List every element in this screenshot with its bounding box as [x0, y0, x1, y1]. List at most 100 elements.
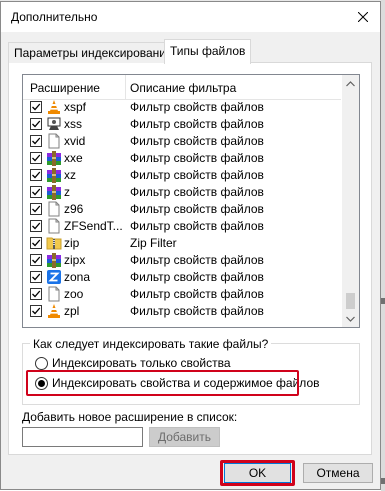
filter-description-text: Фильтр свойств файлов: [130, 151, 264, 165]
row-checkbox[interactable]: [30, 305, 42, 317]
extension-text: xss: [64, 117, 82, 131]
checkmark-icon: [32, 273, 41, 281]
checkmark-icon: [32, 307, 41, 315]
add-extension-label: Добавить новое расширение в список:: [22, 410, 238, 424]
list-item[interactable]: z96 Фильтр свойств файлов: [23, 201, 341, 218]
screensaver-icon: [46, 116, 62, 132]
filter-description-text: Фильтр свойств файлов: [130, 270, 264, 284]
list-item[interactable]: ZFSendT... Фильтр свойств файлов: [23, 218, 341, 235]
checkmark-icon: [32, 103, 41, 111]
list-item[interactable]: xz Фильтр свойств файлов: [23, 167, 341, 184]
blank-file-icon: [46, 218, 62, 234]
row-checkbox[interactable]: [30, 288, 42, 300]
chevron-down-icon: [346, 316, 355, 322]
extension-text: xz: [64, 168, 76, 182]
column-header-description[interactable]: Описание фильтра: [130, 81, 236, 95]
background-scroll-mark: [381, 478, 385, 484]
file-types-list[interactable]: Расширение Описание фильтра xspf Фильтр с…: [22, 74, 360, 328]
scroll-thumb[interactable]: [346, 293, 355, 309]
annotation-highlight-ok: [220, 460, 295, 486]
zip-folder-icon: [46, 235, 62, 251]
column-separator[interactable]: [125, 75, 126, 99]
checkmark-icon: [32, 188, 41, 196]
list-item[interactable]: xvid Фильтр свойств файлов: [23, 133, 341, 150]
row-checkbox[interactable]: [30, 237, 42, 249]
scroll-up-button[interactable]: [342, 75, 359, 92]
checkmark-icon: [32, 256, 41, 264]
extension-text: zpl: [64, 304, 80, 318]
vlc-cone-icon: [46, 99, 62, 115]
blank-file-icon: [46, 286, 62, 302]
close-icon: [358, 12, 368, 22]
extension-text: xvid: [64, 134, 86, 148]
row-checkbox[interactable]: [30, 203, 42, 215]
checkmark-icon: [32, 120, 41, 128]
extension-text: zona: [64, 270, 91, 284]
filter-description-text: Фильтр свойств файлов: [130, 219, 264, 233]
list-item[interactable]: z Фильтр свойств файлов: [23, 184, 341, 201]
close-button[interactable]: [350, 5, 376, 29]
winrar-archive-icon: [46, 252, 62, 268]
radio-properties-only[interactable]: Индексировать только свойства: [35, 355, 231, 371]
background-window-edge: [381, 0, 385, 491]
filter-description-text: Фильтр свойств файлов: [130, 287, 264, 301]
checkmark-icon: [32, 222, 41, 230]
checkmark-icon: [32, 205, 41, 213]
column-header-extension[interactable]: Расширение: [30, 81, 100, 95]
extension-text: xspf: [64, 100, 87, 114]
row-checkbox[interactable]: [30, 169, 42, 181]
list-rows: xspf Фильтр свойств файлов xss Фильтр свойс…: [23, 99, 341, 320]
row-checkbox[interactable]: [30, 186, 42, 198]
filter-description-text: Zip Filter: [130, 236, 177, 250]
title-bar: Дополнительно: [1, 2, 380, 32]
filter-description-text: Фильтр свойств файлов: [130, 100, 264, 114]
extension-text: zip: [64, 236, 80, 250]
list-item[interactable]: xspf Фильтр свойств файлов: [23, 99, 341, 116]
row-checkbox[interactable]: [30, 135, 42, 147]
radio-button[interactable]: [35, 356, 48, 370]
extension-text: xxe: [64, 151, 83, 165]
blank-file-icon: [46, 201, 62, 217]
blank-file-icon: [46, 133, 62, 149]
extension-text: zoo: [64, 287, 84, 301]
extension-text: z96: [64, 202, 84, 216]
filter-description-text: Фильтр свойств файлов: [130, 134, 264, 148]
cancel-button[interactable]: Отмена: [303, 463, 373, 483]
vlc-cone-icon: [46, 303, 62, 319]
list-item[interactable]: zoo Фильтр свойств файлов: [23, 286, 341, 303]
checkmark-icon: [32, 154, 41, 162]
list-header: Расширение Описание фильтра: [23, 75, 341, 100]
extension-text: zipx: [64, 253, 86, 267]
add-button[interactable]: Добавить: [149, 427, 220, 447]
row-checkbox[interactable]: [30, 152, 42, 164]
row-checkbox[interactable]: [30, 271, 42, 283]
vertical-scrollbar[interactable]: [342, 75, 359, 327]
dialog-title: Дополнительно: [11, 10, 98, 24]
add-extension-input[interactable]: [22, 427, 143, 447]
extension-text: z: [64, 185, 70, 199]
filter-description-text: Фильтр свойств файлов: [130, 202, 264, 216]
index-mode-legend: Как следует индексировать такие файлы?: [30, 337, 272, 351]
radio-label: Индексировать только свойства: [52, 356, 231, 370]
list-item[interactable]: xss Фильтр свойств файлов: [23, 116, 341, 133]
row-checkbox[interactable]: [30, 220, 42, 232]
filter-description-text: Фильтр свойств файлов: [130, 304, 264, 318]
filter-description-text: Фильтр свойств файлов: [130, 253, 264, 267]
checkmark-icon: [32, 239, 41, 247]
list-item[interactable]: zona Фильтр свойств файлов: [23, 269, 341, 286]
checkmark-icon: [32, 290, 41, 298]
tab-file-types[interactable]: Типы файлов: [164, 39, 252, 64]
checkmark-icon: [32, 171, 41, 179]
list-item[interactable]: zpl Фильтр свойств файлов: [23, 303, 341, 320]
list-item[interactable]: xxe Фильтр свойств файлов: [23, 150, 341, 167]
background-scroll-mark: [381, 298, 385, 304]
row-checkbox[interactable]: [30, 118, 42, 130]
list-item[interactable]: zip Zip Filter: [23, 235, 341, 252]
scroll-down-button[interactable]: [342, 310, 359, 327]
tab-indexing-settings[interactable]: Параметры индексирования: [8, 42, 179, 63]
checkmark-icon: [32, 137, 41, 145]
row-checkbox[interactable]: [30, 254, 42, 266]
row-checkbox[interactable]: [30, 101, 42, 113]
chevron-up-icon: [346, 80, 355, 86]
list-item[interactable]: zipx Фильтр свойств файлов: [23, 252, 341, 269]
